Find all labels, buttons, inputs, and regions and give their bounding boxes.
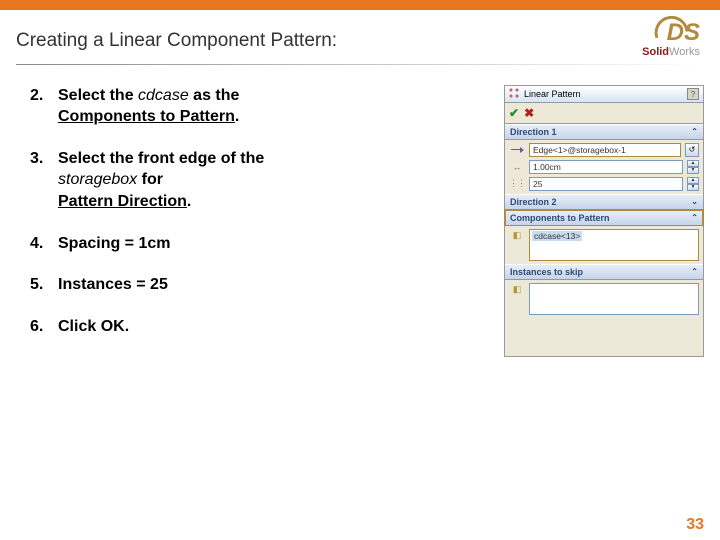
section-skip-body bbox=[505, 280, 703, 318]
section-direction1-header[interactable]: Direction 1 ⌃ bbox=[505, 124, 703, 140]
panel-confirm-row: ✔ ✖ bbox=[505, 103, 703, 124]
step-number: 6. bbox=[30, 316, 58, 338]
linear-pattern-icon bbox=[509, 88, 521, 100]
section-components-header[interactable]: Components to Pattern ⌃ bbox=[505, 210, 703, 226]
expand-icon: ⌄ bbox=[691, 197, 698, 206]
collapse-icon: ⌃ bbox=[691, 213, 698, 222]
instruction-step: 3.Select the front edge of the storagebo… bbox=[30, 148, 496, 213]
panel-titlebar: Linear Pattern ? bbox=[505, 86, 703, 103]
slide-title: Creating a Linear Component Pattern: bbox=[16, 22, 337, 52]
instruction-step: 4.Spacing = 1cm bbox=[30, 233, 496, 255]
section-direction1-label: Direction 1 bbox=[510, 127, 557, 137]
instances-spinner[interactable]: ▲▼ bbox=[687, 177, 699, 191]
components-listbox[interactable]: cdcase<13> bbox=[529, 229, 699, 261]
slide-content: 2.Select the cdcase as the Components to… bbox=[0, 65, 720, 358]
direction-arrow-icon bbox=[509, 143, 525, 157]
section-components-label: Components to Pattern bbox=[510, 213, 610, 223]
cancel-button[interactable]: ✖ bbox=[524, 106, 534, 120]
skip-listbox[interactable] bbox=[529, 283, 699, 315]
instances-input[interactable]: 25 bbox=[529, 177, 683, 191]
spacing-input[interactable]: 1.00cm bbox=[529, 160, 683, 174]
skip-icon bbox=[509, 283, 525, 297]
collapse-icon: ⌃ bbox=[691, 127, 698, 136]
ok-button[interactable]: ✔ bbox=[509, 106, 519, 120]
component-item: cdcase<13> bbox=[532, 231, 582, 241]
help-button[interactable]: ? bbox=[687, 88, 699, 100]
steps-list: 2.Select the cdcase as the Components to… bbox=[30, 85, 496, 358]
spacing-icon: ↔ bbox=[509, 160, 525, 174]
solidworks-logo: DS SolidWorks bbox=[642, 22, 700, 58]
step-number: 4. bbox=[30, 233, 58, 255]
spacing-spinner[interactable]: ▲▼ bbox=[687, 160, 699, 174]
step-number: 5. bbox=[30, 274, 58, 296]
step-number: 3. bbox=[30, 148, 58, 213]
section-skip-label: Instances to skip bbox=[510, 267, 583, 277]
step-text: Click OK. bbox=[58, 316, 496, 338]
logo-wordmark: SolidWorks bbox=[642, 46, 700, 58]
component-icon bbox=[509, 229, 525, 243]
top-accent-bar bbox=[0, 0, 720, 10]
step-text: Instances = 25 bbox=[58, 274, 496, 296]
reverse-direction-button[interactable]: ↺ bbox=[685, 143, 699, 157]
direction-edge-input[interactable]: Edge<1>@storagebox-1 bbox=[529, 143, 681, 157]
panel-title-text: Linear Pattern bbox=[524, 89, 581, 99]
step-number: 2. bbox=[30, 85, 58, 128]
page-number: 33 bbox=[686, 516, 704, 534]
section-direction2-header[interactable]: Direction 2 ⌄ bbox=[505, 194, 703, 210]
logo-ds-mark: DS bbox=[667, 22, 700, 44]
section-direction2-label: Direction 2 bbox=[510, 197, 557, 207]
step-text: Spacing = 1cm bbox=[58, 233, 496, 255]
instruction-step: 2.Select the cdcase as the Components to… bbox=[30, 85, 496, 128]
step-text: Select the front edge of the storagebox … bbox=[58, 148, 496, 213]
section-skip-header[interactable]: Instances to skip ⌃ bbox=[505, 264, 703, 280]
step-text: Select the cdcase as the Components to P… bbox=[58, 85, 496, 128]
instances-icon bbox=[509, 177, 525, 191]
instruction-step: 6.Click OK. bbox=[30, 316, 496, 338]
section-direction1-body: Edge<1>@storagebox-1 ↺ ↔ 1.00cm ▲▼ 25 ▲▼ bbox=[505, 140, 703, 194]
section-components-body: cdcase<13> bbox=[505, 226, 703, 264]
slide-header: Creating a Linear Component Pattern: DS … bbox=[0, 10, 720, 64]
collapse-icon: ⌃ bbox=[691, 267, 698, 276]
instruction-step: 5.Instances = 25 bbox=[30, 274, 496, 296]
property-manager-panel: Linear Pattern ? ✔ ✖ Direction 1 ⌃ Edge<… bbox=[504, 85, 704, 358]
